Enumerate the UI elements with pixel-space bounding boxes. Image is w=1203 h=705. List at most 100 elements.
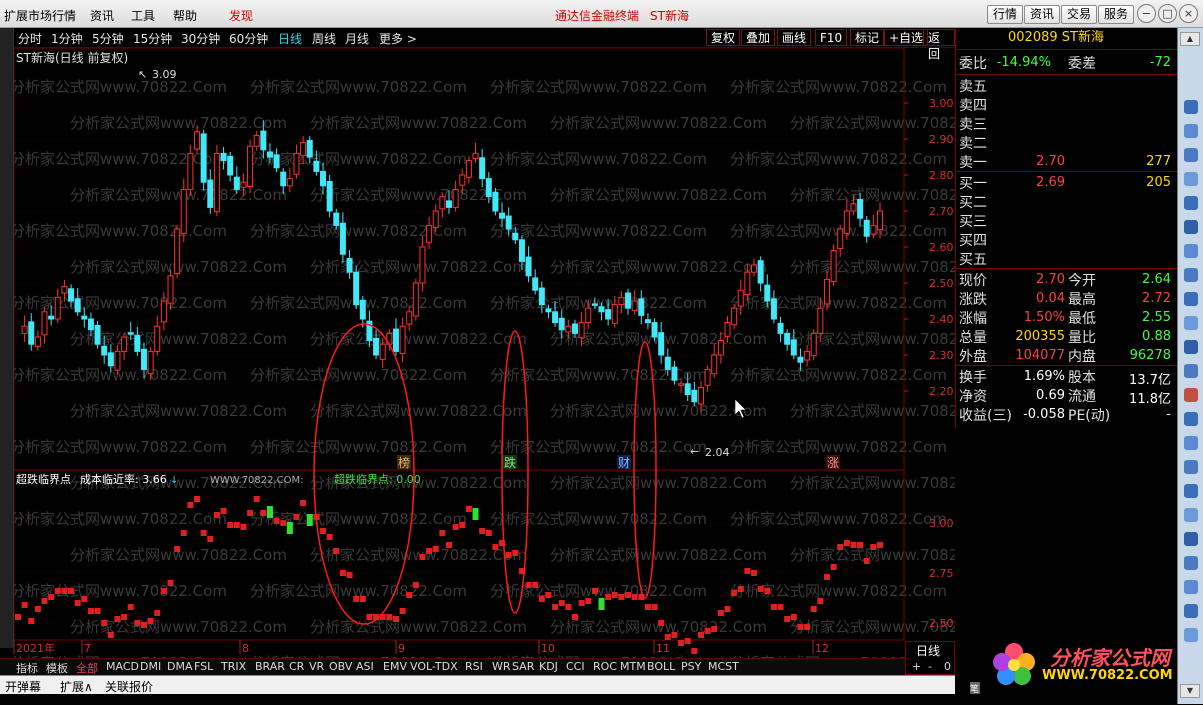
indicator-tab[interactable]: MCST (708, 660, 739, 673)
menu-tools[interactable]: 工具 (131, 7, 155, 24)
candle-body (180, 188, 187, 234)
period-60min[interactable]: 60分钟 (229, 30, 268, 47)
period-box: 日线 + - 0 (905, 641, 955, 675)
add-favorite-button[interactable]: +自选 (884, 29, 929, 46)
sell5-label: 卖五 (959, 79, 987, 95)
buy1-price: 2.69 (1036, 175, 1065, 190)
indicator-tab[interactable]: PSY (681, 660, 701, 673)
period-daily[interactable]: 日线 (278, 30, 302, 47)
sidebar-tool-icon[interactable] (1184, 484, 1198, 498)
stat-value: 11.8亿 (1129, 392, 1171, 407)
sidebar-tool-icon[interactable] (1184, 532, 1198, 546)
indicator-tab[interactable]: DMA (167, 660, 193, 673)
indicator-tab[interactable]: SAR (512, 660, 534, 673)
zoom-in-button[interactable]: + (912, 660, 921, 673)
menu-expand-market[interactable]: 扩展市场行情 (4, 7, 76, 24)
zoom-reset-button[interactable]: 0 (944, 660, 951, 673)
indicator-bar (160, 588, 167, 594)
sidebar-tool-icon[interactable] (1184, 124, 1198, 138)
period-1min[interactable]: 1分钟 (51, 30, 83, 47)
period-15min[interactable]: 15分钟 (133, 30, 172, 47)
indicator-tab[interactable]: MACD (106, 660, 139, 673)
sidebar-tool-icon[interactable] (1184, 292, 1198, 306)
indicator-tab[interactable]: OBV (329, 660, 352, 673)
indicator-tab[interactable]: CR (289, 660, 304, 673)
minimize-icon[interactable]: − (1137, 4, 1156, 23)
sidebar-tool-icon[interactable] (1184, 460, 1198, 474)
sidebar-tool-icon[interactable] (1184, 220, 1198, 234)
period-30min[interactable]: 30分钟 (181, 30, 220, 47)
indicator-tab[interactable]: FSL (194, 660, 213, 673)
indicator-tab[interactable]: VR (309, 660, 324, 673)
sidebar-tool-icon[interactable] (1184, 268, 1198, 282)
period-5min[interactable]: 5分钟 (92, 30, 124, 47)
scroll-up-icon[interactable]: ▲ (1180, 32, 1200, 46)
sidebar-tool-icon[interactable] (1184, 580, 1198, 594)
sidebar-tool-icon[interactable] (1184, 172, 1198, 186)
menu-help[interactable]: 帮助 (173, 7, 197, 24)
danmu-toggle[interactable]: 开弹幕 (5, 678, 41, 695)
indicator-bar (446, 542, 452, 548)
f10-button[interactable]: F10 (815, 29, 848, 46)
indicator-tabs: 指标 模板 全部 MACD DMI DMA FSL TRIX BRAR CR VR OBV ASI EMV… (0, 658, 955, 675)
back-button[interactable]: 返回 (923, 29, 955, 61)
draw-line-button[interactable]: 画线 (777, 29, 812, 46)
sidebar-tool-icon[interactable] (1184, 556, 1198, 570)
period-fenshi[interactable]: 分时 (18, 30, 42, 47)
news-button[interactable]: 资讯 (1024, 5, 1061, 24)
sidebar-tool-icon[interactable] (1184, 388, 1198, 402)
trade-button[interactable]: 交易 (1061, 5, 1098, 24)
maximize-icon[interactable]: □ (1158, 4, 1177, 23)
close-icon[interactable]: × (1179, 4, 1198, 23)
indicator-tab[interactable]: MTM (620, 660, 646, 673)
indicator-tab[interactable]: TRIX (221, 660, 246, 673)
sidebar-tool-icon[interactable] (1184, 196, 1198, 210)
indicator-tab[interactable]: EMV (383, 660, 407, 673)
zoom-out-button[interactable]: - (928, 660, 932, 673)
service-button[interactable]: 服务 (1098, 5, 1135, 24)
indicator-tab[interactable]: CCI (566, 660, 585, 673)
sidebar-tool-icon[interactable] (1184, 148, 1198, 162)
indicator-tab[interactable]: BRAR (255, 660, 285, 673)
sidebar-tool-icon[interactable] (1184, 412, 1198, 426)
sidebar-tool-icon[interactable] (1184, 436, 1198, 450)
related-quote-toggle[interactable]: 关联报价 (105, 678, 153, 695)
indicator-tab[interactable]: DMI (140, 660, 161, 673)
scroll-down-icon[interactable]: ▼ (1180, 684, 1200, 698)
indicator-tab[interactable]: 指标 (16, 660, 38, 676)
indicator-tab[interactable]: 模板 (46, 660, 68, 676)
overlay-button[interactable]: 叠加 (741, 29, 776, 46)
market-button[interactable]: 行情 (987, 5, 1024, 24)
indicator-tab[interactable]: ASI (356, 660, 374, 673)
sidebar-tool-icon[interactable] (1184, 364, 1198, 378)
watermark-text: 分析家公式网www.70822.Com (490, 294, 707, 312)
indicator-tab[interactable]: VOL-TDX (410, 660, 458, 673)
indicator-tab[interactable]: BOLL (647, 660, 675, 673)
period-monthly[interactable]: 月线 (345, 30, 369, 47)
candle-body (266, 151, 273, 158)
sidebar-tool-icon[interactable] (1184, 316, 1198, 330)
expand-toggle[interactable]: 扩展∧ (60, 678, 93, 695)
indicator-tab[interactable]: WR (492, 660, 511, 673)
indicator-tab[interactable]: ROC (593, 660, 617, 673)
indicator-tab[interactable]: 全部 (76, 660, 98, 676)
restore-rights-button[interactable]: 复权 (706, 29, 741, 46)
menu-news[interactable]: 资讯 (90, 7, 114, 24)
sidebar-tool-icon[interactable] (1184, 604, 1198, 618)
indicator-bar (174, 546, 181, 552)
period-more[interactable]: 更多 > (379, 30, 417, 47)
indicator-bar (538, 596, 545, 602)
mark-button[interactable]: 标记 (850, 29, 885, 46)
indicator-tab[interactable]: RSI (465, 660, 483, 673)
sidebar-tool-icon[interactable] (1184, 628, 1198, 642)
sidebar-tool-icon[interactable] (1184, 100, 1198, 114)
indicator-tab[interactable]: KDJ (539, 660, 558, 673)
sidebar-tool-icon[interactable] (1184, 508, 1198, 522)
menu-discover[interactable]: 发现 (229, 7, 253, 24)
candle-body (293, 152, 300, 175)
sidebar-tool-icon[interactable] (1184, 244, 1198, 258)
period-weekly[interactable]: 周线 (312, 30, 336, 47)
sidebar-tool-icon[interactable] (1184, 340, 1198, 354)
left-scrollbar[interactable] (0, 28, 14, 648)
kline-chart[interactable]: 分析家公式网www.70822.Com 分析家公式网www.70822.Com 分析… (0, 48, 955, 658)
